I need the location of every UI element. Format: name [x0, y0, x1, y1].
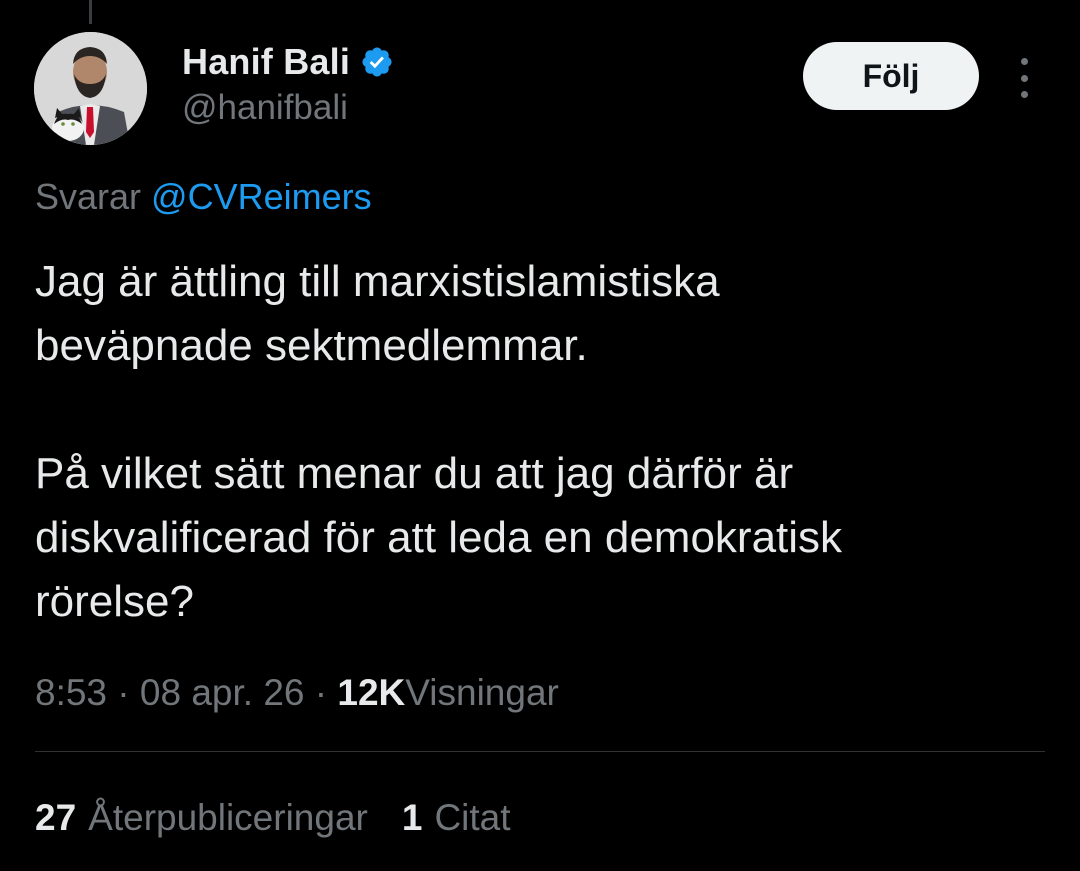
reposts-label: Återpubliceringar [88, 797, 368, 838]
avatar[interactable] [34, 32, 147, 145]
views-label[interactable]: Visningar [405, 672, 559, 713]
tweet-paragraph: Jag är ättling till marxistislamistiska … [35, 257, 720, 370]
replying-to-mention[interactable]: @CVReimers [151, 176, 372, 217]
verified-badge-icon[interactable] [360, 45, 394, 79]
tweet-detail-view: Hanif Bali @hanifbali Följ Svarar @CVRei… [0, 0, 1080, 871]
thread-connector-line [89, 0, 92, 24]
quotes-count: 1 [401, 797, 423, 838]
meta-separator: · [117, 672, 130, 713]
more-dot [1020, 91, 1028, 98]
meta-separator: · [314, 672, 328, 713]
follow-button[interactable]: Följ [803, 42, 979, 110]
engagement-stats: 27 Återpubliceringar 1 Citat [35, 797, 511, 839]
tweet-time[interactable]: 8:53 [35, 672, 107, 713]
reposts-count: 27 [35, 797, 77, 838]
author-name-row[interactable]: Hanif Bali [182, 40, 394, 84]
reposts-stat[interactable]: 27 Återpubliceringar [35, 797, 368, 839]
profile-photo [34, 32, 147, 145]
author-handle[interactable]: @hanifbali [182, 88, 348, 128]
author-display-name[interactable]: Hanif Bali [182, 41, 350, 83]
replying-to: Svarar @CVReimers [35, 176, 372, 218]
more-options-icon[interactable] [1010, 58, 1038, 98]
replying-to-label: Svarar [35, 176, 142, 217]
divider [35, 751, 1045, 752]
more-dot [1020, 74, 1028, 82]
quotes-stat[interactable]: 1 Citat [402, 797, 511, 839]
tweet-text: Jag är ättling till marxistislamistiska … [35, 250, 1045, 634]
tweet-paragraph: På vilket sätt menar du att jag därför ä… [35, 449, 843, 626]
quotes-label: Citat [434, 797, 511, 838]
tweet-date[interactable]: 08 apr. 26 [140, 672, 305, 713]
tweet-meta: 8:53 · 08 apr. 26 · 12KVisningar [35, 672, 559, 714]
more-dot [1020, 58, 1028, 65]
views-count[interactable]: 12K [337, 672, 405, 713]
